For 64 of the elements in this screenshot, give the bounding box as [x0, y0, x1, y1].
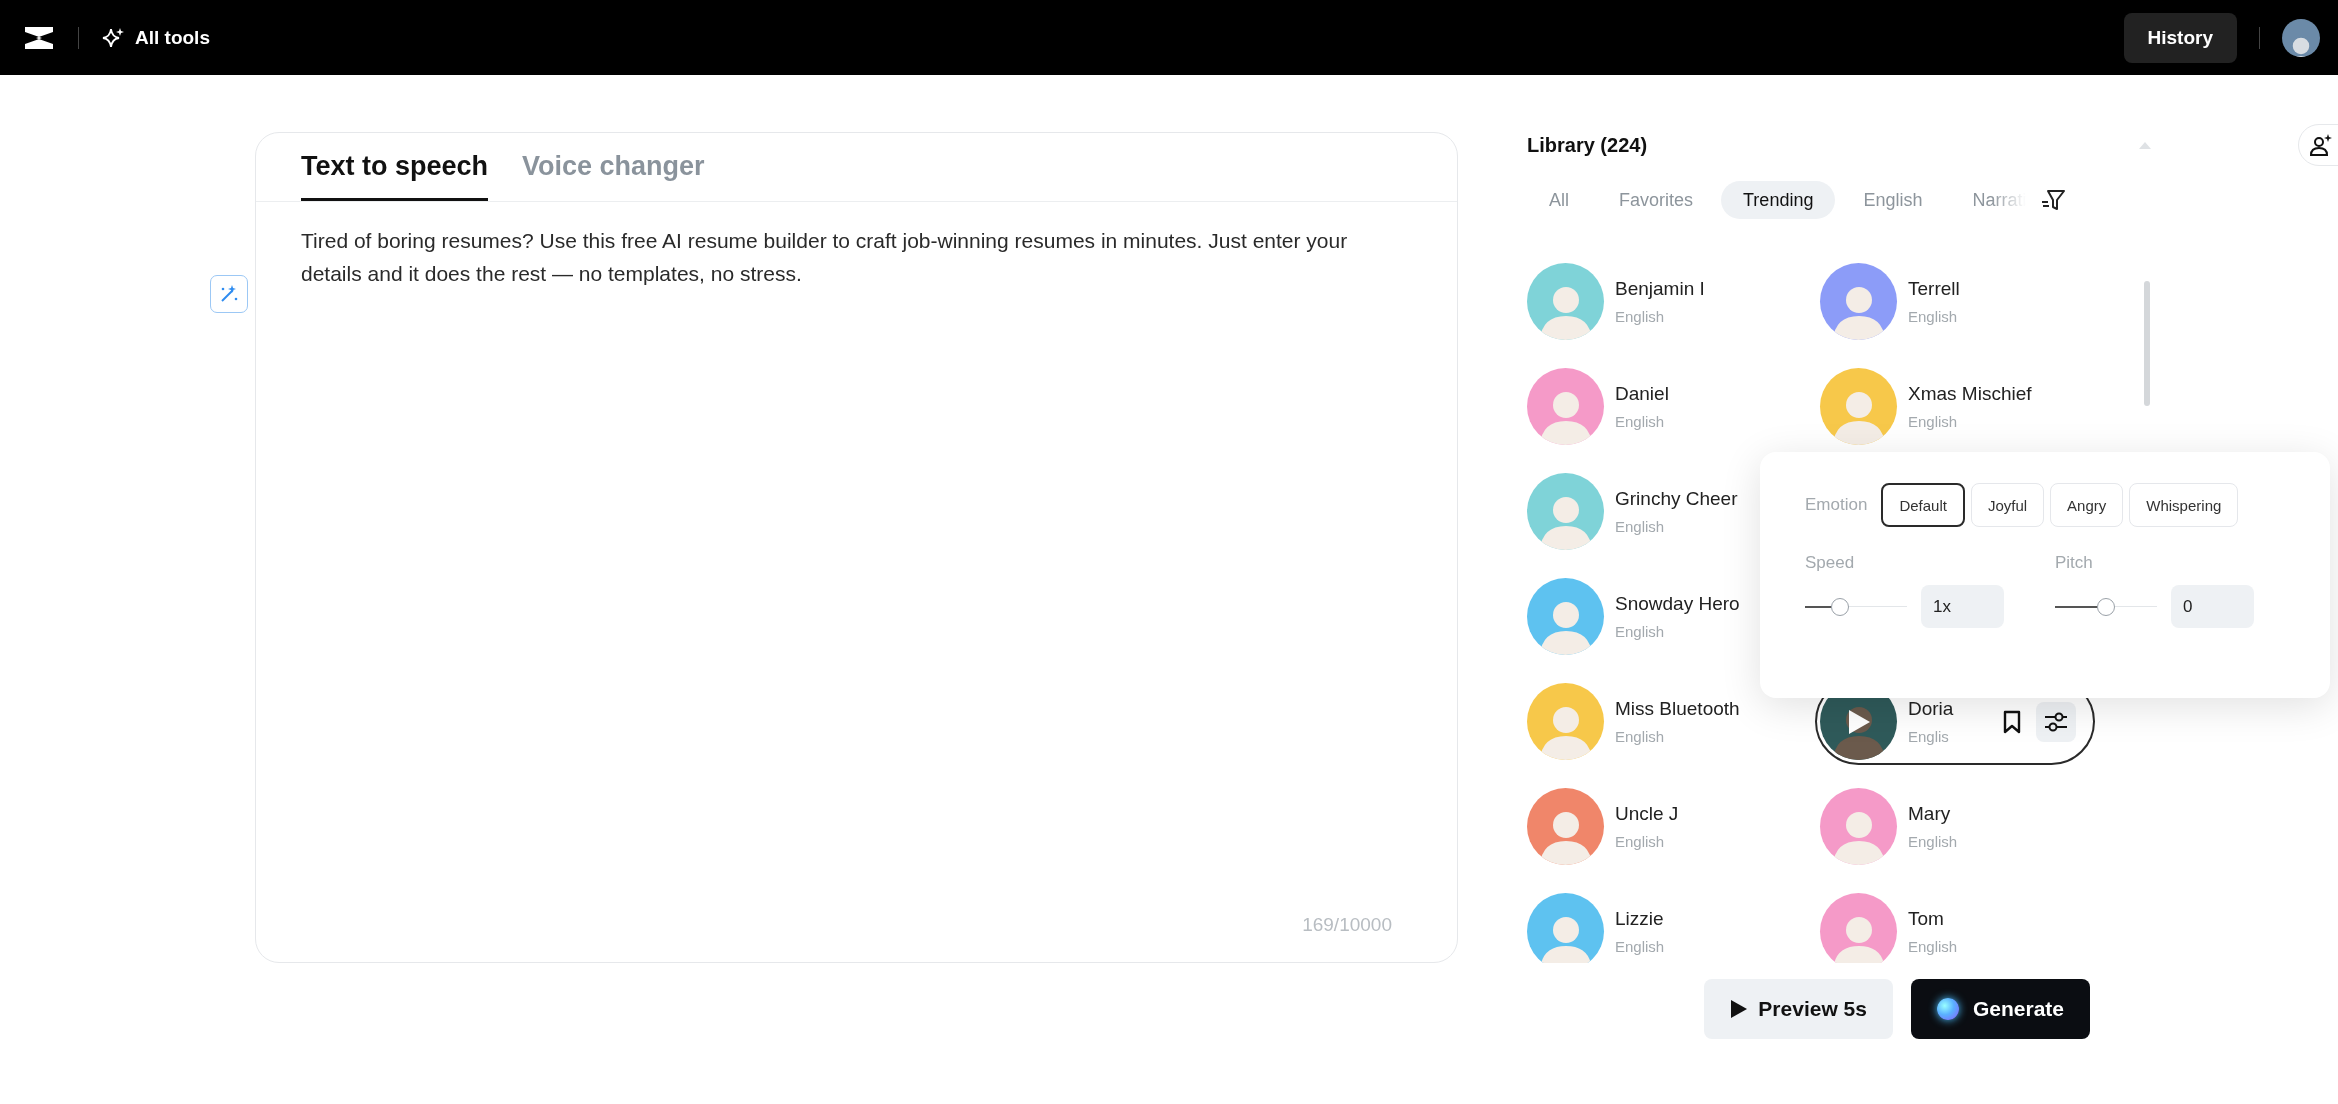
tab[interactable]: Text to speech — [301, 133, 489, 201]
speed-label: Speed — [1805, 553, 1856, 573]
voice-language: English — [1615, 938, 1665, 955]
voice-language: English — [1615, 308, 1666, 325]
play-icon — [1730, 999, 1749, 1019]
voice-language: English — [1615, 833, 1666, 850]
voice-language: English — [1615, 623, 1666, 640]
pitch-label: Pitch — [2055, 553, 2094, 573]
voice-item[interactable]: Miss Bluetooth English — [1527, 678, 1745, 765]
voice-add-button[interactable] — [2298, 124, 2338, 166]
voice-name: Uncle J — [1615, 803, 1679, 825]
slider-thumb[interactable] — [2097, 597, 2115, 616]
voice-item[interactable]: Terrell English — [1815, 263, 1965, 345]
voice-name: Xmas Mischief — [1908, 383, 2032, 405]
all-tools-link[interactable]: All tools — [135, 26, 210, 49]
pitch-field[interactable]: 0 — [2171, 585, 2254, 628]
voice-name: Snowday Hero — [1615, 593, 1740, 615]
pitch-slider[interactable] — [2055, 597, 2157, 616]
voice-language: Englis — [1908, 728, 1950, 745]
emotion-option[interactable]: Joyful — [1970, 483, 2045, 527]
voice-name: Tom — [1908, 908, 1945, 930]
voice-item[interactable]: Xmas Mischief English — [1815, 363, 2037, 450]
voice-item[interactable]: Snowday Hero English — [1527, 573, 1745, 660]
voice-name: Grinchy Cheer — [1615, 488, 1738, 510]
magic-wand-icon[interactable] — [210, 275, 248, 313]
voice-item[interactable]: Lizzie English — [1527, 888, 1670, 963]
voice-language: English — [1908, 938, 1958, 955]
voice-item[interactable]: Daniel English — [1527, 363, 1674, 450]
voice-name: Mary — [1908, 803, 1952, 825]
emotion-option[interactable]: Angry — [2050, 483, 2124, 527]
voice-item[interactable]: Uncle J English — [1527, 783, 1684, 870]
voice-item[interactable]: Benjamin I English — [1527, 263, 1710, 345]
speed-field[interactable]: 1x — [1921, 585, 2004, 628]
voice-name: Terrell — [1908, 278, 1960, 300]
user-avatar[interactable] — [2282, 18, 2320, 57]
voice-name: Daniel — [1615, 383, 1669, 405]
generate-button[interactable]: Generate — [1910, 979, 2090, 1039]
voice-item[interactable]: Grinchy Cheer English — [1527, 468, 1743, 555]
voice-language: English — [1908, 413, 1959, 430]
library-title: Library (224) — [1527, 133, 1649, 157]
voice-language: English — [1615, 413, 1666, 430]
emotion-option[interactable]: Default — [1881, 483, 1965, 527]
voice-language: English — [1615, 728, 1666, 745]
voice-name: Miss Bluetooth — [1615, 698, 1740, 720]
voice-name: Benjamin I — [1615, 278, 1705, 300]
emotion-option[interactable]: Whispering — [2129, 483, 2239, 527]
scrollbar[interactable] — [2144, 281, 2150, 406]
slider-thumb[interactable] — [1830, 597, 1849, 616]
voice-name: Doria — [1908, 698, 1955, 720]
voice-name: Lizzie — [1615, 908, 1665, 930]
voice-item[interactable]: Tom English — [1815, 888, 1963, 963]
voice-language: English — [1908, 308, 1959, 325]
history-button[interactable]: History — [2123, 12, 2237, 63]
voice-language: English — [1908, 833, 1958, 850]
script-text[interactable]: Tired of boring resumes? Use this free AI resume builder to craft job-winning resumes in minutes. Just enter your details and it does the rest — no templates, no stress. — [256, 202, 1457, 914]
filter-icon[interactable] — [2040, 187, 2067, 213]
character-counter: 169/10000 — [1302, 914, 1392, 936]
voice-language: English — [1615, 518, 1666, 535]
emotion-label: Emotion — [1805, 495, 1868, 515]
voice-item[interactable]: Mary English — [1815, 783, 1963, 870]
filter-chip[interactable]: Trending — [1721, 181, 1836, 219]
speed-slider[interactable] — [1805, 597, 1907, 616]
preview-button[interactable]: Preview 5s — [1704, 979, 1893, 1039]
sliders-icon[interactable] — [2036, 701, 2076, 742]
